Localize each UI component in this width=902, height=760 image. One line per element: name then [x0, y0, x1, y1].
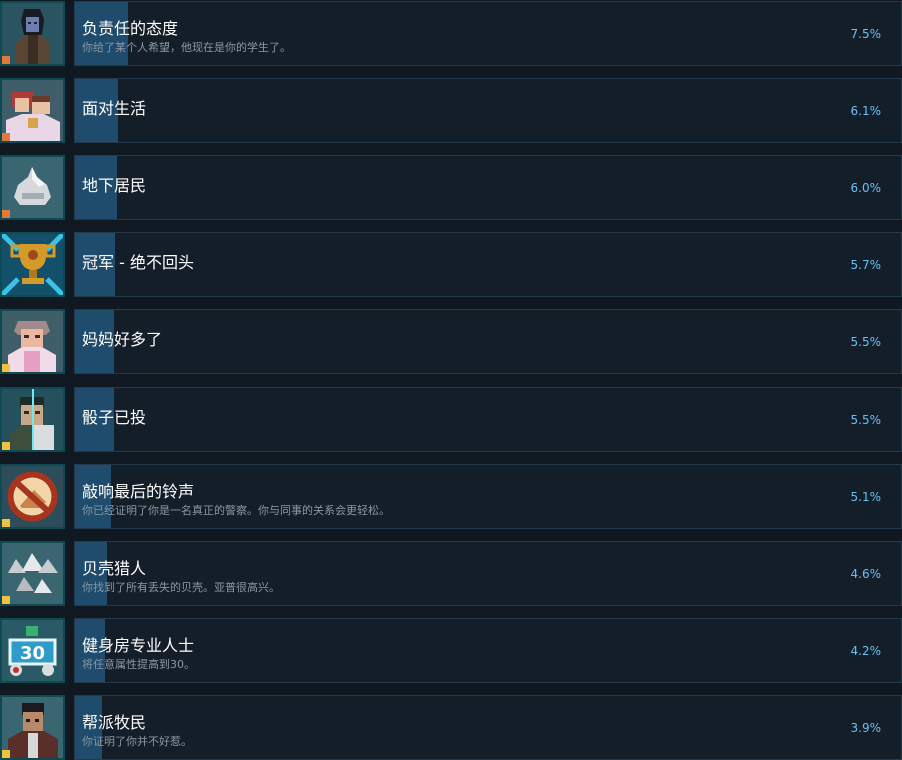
unlock-percent: 3.9%: [850, 721, 882, 735]
achievement-row: 负责任的态度 你给了某个人希望，他现在是你的学生了。 7.5%: [0, 1, 902, 66]
achievement-row: 骰子已投 5.5%: [0, 387, 902, 452]
unlock-percent: 6.1%: [850, 104, 882, 118]
unlock-percent: 5.1%: [850, 490, 882, 504]
unlock-percent: 6.0%: [850, 181, 882, 195]
svg-text:30: 30: [20, 643, 45, 664]
achievement-title: 面对生活: [82, 99, 147, 118]
achievement-icon: [0, 464, 65, 529]
achievement-card: 妈妈好多了 5.5%: [74, 309, 902, 374]
achievement-description: 你找到了所有丢失的贝壳。亚普很高兴。: [82, 581, 280, 594]
achievement-card: 面对生活 6.1%: [74, 78, 902, 143]
achievement-description: 你证明了你并不好惹。: [82, 735, 192, 748]
stat-30-icon: 30: [2, 620, 63, 681]
achievement-description: 你已经证明了你是一名真正的警察。你与同事的关系会更轻松。: [82, 504, 390, 517]
achievement-row: 贝壳猎人 你找到了所有丢失的贝壳。亚普很高兴。 4.6%: [0, 541, 902, 606]
dark-haired-character-icon: [2, 3, 63, 64]
achievement-icon: [0, 387, 65, 452]
achievement-icon: 30: [0, 618, 65, 683]
achievement-icon: [0, 541, 65, 606]
split-face-icon: [2, 389, 63, 450]
unlock-percent: 7.5%: [850, 27, 882, 41]
achievement-title: 健身房专业人士: [82, 636, 195, 655]
achievement-title: 负责任的态度: [82, 19, 179, 38]
gang-member-icon: [2, 697, 63, 758]
white-blob-icon: [2, 157, 63, 218]
achievement-title: 骰子已投: [82, 408, 147, 427]
achievement-title: 帮派牧民: [82, 713, 147, 732]
no-bell-icon: [2, 466, 63, 527]
achievement-icon: [0, 309, 65, 374]
couple-wedding-icon: [2, 80, 63, 141]
gold-trophy-icon: [2, 234, 63, 295]
achievement-list: 负责任的态度 你给了某个人希望，他现在是你的学生了。 7.5% 面对生活 6.1…: [0, 0, 902, 760]
unlock-percent: 5.5%: [850, 335, 882, 349]
achievement-row: 面对生活 6.1%: [0, 78, 902, 143]
seashells-icon: [2, 543, 63, 604]
achievement-icon: [0, 1, 65, 66]
unlock-percent: 4.6%: [850, 567, 882, 581]
achievement-description: 你给了某个人希望，他现在是你的学生了。: [82, 41, 291, 54]
achievement-row: 30 健身房专业人士 将任意属性提高到30。 4.2%: [0, 618, 902, 683]
achievement-card: 骰子已投 5.5%: [74, 387, 902, 452]
achievement-row: 妈妈好多了 5.5%: [0, 309, 902, 374]
unlock-percent: 4.2%: [850, 644, 882, 658]
achievement-description: 将任意属性提高到30。: [82, 658, 195, 671]
achievement-card: 地下居民 6.0%: [74, 155, 902, 220]
achievement-title: 贝壳猎人: [82, 559, 147, 578]
achievement-card: 健身房专业人士 将任意属性提高到30。 4.2%: [74, 618, 902, 683]
achievement-card: 贝壳猎人 你找到了所有丢失的贝壳。亚普很高兴。 4.6%: [74, 541, 902, 606]
achievement-title: 地下居民: [82, 176, 147, 195]
achievement-title: 冠军 - 绝不回头: [82, 253, 194, 272]
achievement-icon: [0, 155, 65, 220]
unlock-percent: 5.7%: [850, 258, 882, 272]
achievement-icon: [0, 78, 65, 143]
achievement-title: 妈妈好多了: [82, 330, 163, 349]
achievement-title: 敲响最后的铃声: [82, 482, 195, 501]
achievement-card: 冠军 - 绝不回头 5.7%: [74, 232, 902, 297]
old-woman-icon: [2, 311, 63, 372]
achievement-row: 地下居民 6.0%: [0, 155, 902, 220]
achievement-card: 帮派牧民 你证明了你并不好惹。 3.9%: [74, 695, 902, 760]
achievement-row: 帮派牧民 你证明了你并不好惹。 3.9%: [0, 695, 902, 760]
achievement-card: 敲响最后的铃声 你已经证明了你是一名真正的警察。你与同事的关系会更轻松。 5.1…: [74, 464, 902, 529]
achievement-row: 冠军 - 绝不回头 5.7%: [0, 232, 902, 297]
achievement-card: 负责任的态度 你给了某个人希望，他现在是你的学生了。 7.5%: [74, 1, 902, 66]
achievement-icon: [0, 232, 65, 297]
unlock-percent: 5.5%: [850, 413, 882, 427]
achievement-row: 敲响最后的铃声 你已经证明了你是一名真正的警察。你与同事的关系会更轻松。 5.1…: [0, 464, 902, 529]
achievement-icon: [0, 695, 65, 760]
